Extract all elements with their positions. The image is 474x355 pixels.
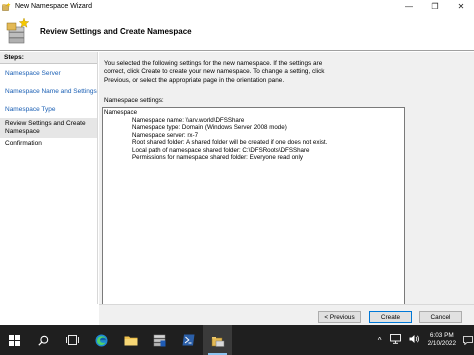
notification-icon[interactable] — [462, 325, 474, 355]
setting-namespace-type: Namespace type: Domain (Windows Server 2… — [132, 124, 287, 132]
taskbar-clock[interactable]: 6:03 PM 2/10/2022 — [428, 332, 456, 348]
taskbar: ^ 6:03 PM 2/10/2022 — [0, 325, 474, 355]
setting-root-shared-folder: Root shared folder: A shared folder will… — [132, 139, 328, 147]
step-namespace-name-and-settings[interactable]: Namespace Name and Settings — [0, 88, 97, 96]
step-review-settings[interactable]: Review Settings and Create Namespace — [0, 118, 97, 138]
show-hidden-icons-caret[interactable]: ^ — [378, 336, 382, 345]
steps-label: Steps: — [0, 52, 97, 64]
close-button[interactable]: ✕ — [448, 0, 474, 13]
step-confirmation: Confirmation — [5, 140, 42, 147]
intro-text: You selected the following settings for … — [104, 60, 325, 84]
network-icon[interactable] — [389, 334, 401, 346]
namespace-settings-label: Namespace settings: — [104, 97, 164, 104]
button-bar: < Previous Create Cancel — [99, 304, 474, 325]
system-tray: ^ 6:03 PM 2/10/2022 — [374, 325, 474, 355]
wizard-app-icon — [2, 2, 11, 11]
cancel-button[interactable]: Cancel — [419, 311, 462, 323]
setting-namespace-name: Namespace name: \\arv.world\DFSShare — [132, 116, 245, 124]
namespace-settings-textbox[interactable]: Namespace Namespace name: \\arv.world\DF… — [102, 107, 405, 334]
edge-browser-icon[interactable] — [87, 325, 116, 355]
windows-start-icon[interactable] — [0, 325, 29, 355]
clock-date: 2/10/2022 — [427, 340, 456, 347]
create-button[interactable]: Create — [369, 311, 412, 323]
task-view-icon[interactable] — [58, 325, 87, 355]
content-area: You selected the following settings for … — [99, 52, 474, 334]
restore-button[interactable]: ❐ — [422, 0, 448, 13]
setting-namespace-server: Namespace server: rx-7 — [132, 131, 199, 139]
wizard-header: Review Settings and Create Namespace — [0, 13, 474, 51]
namespace-wizard-icon — [6, 17, 32, 45]
settings-root-label: Namespace — [104, 109, 138, 116]
server-manager-icon[interactable] — [145, 325, 174, 355]
setting-local-path: Local path of namespace shared folder: C… — [132, 146, 310, 154]
window-title: New Namespace Wizard — [15, 3, 93, 10]
dfs-management-icon[interactable] — [203, 325, 232, 355]
previous-button[interactable]: < Previous — [318, 311, 361, 323]
page-heading: Review Settings and Create Namespace — [40, 27, 192, 36]
step-namespace-type[interactable]: Namespace Type — [0, 106, 97, 114]
file-explorer-icon[interactable] — [116, 325, 145, 355]
setting-permissions: Permissions for namespace shared folder:… — [132, 154, 303, 162]
powershell-icon[interactable] — [174, 325, 203, 355]
volume-icon[interactable] — [409, 334, 420, 346]
steps-pane: Steps: Namespace Server Namespace Name a… — [0, 52, 98, 304]
search-icon[interactable] — [29, 325, 58, 355]
clock-time: 6:03 PM — [429, 332, 454, 339]
minimize-button[interactable]: — — [396, 0, 422, 13]
step-namespace-server[interactable]: Namespace Server — [0, 70, 97, 78]
title-bar: New Namespace Wizard — ❐ ✕ — [0, 0, 474, 13]
